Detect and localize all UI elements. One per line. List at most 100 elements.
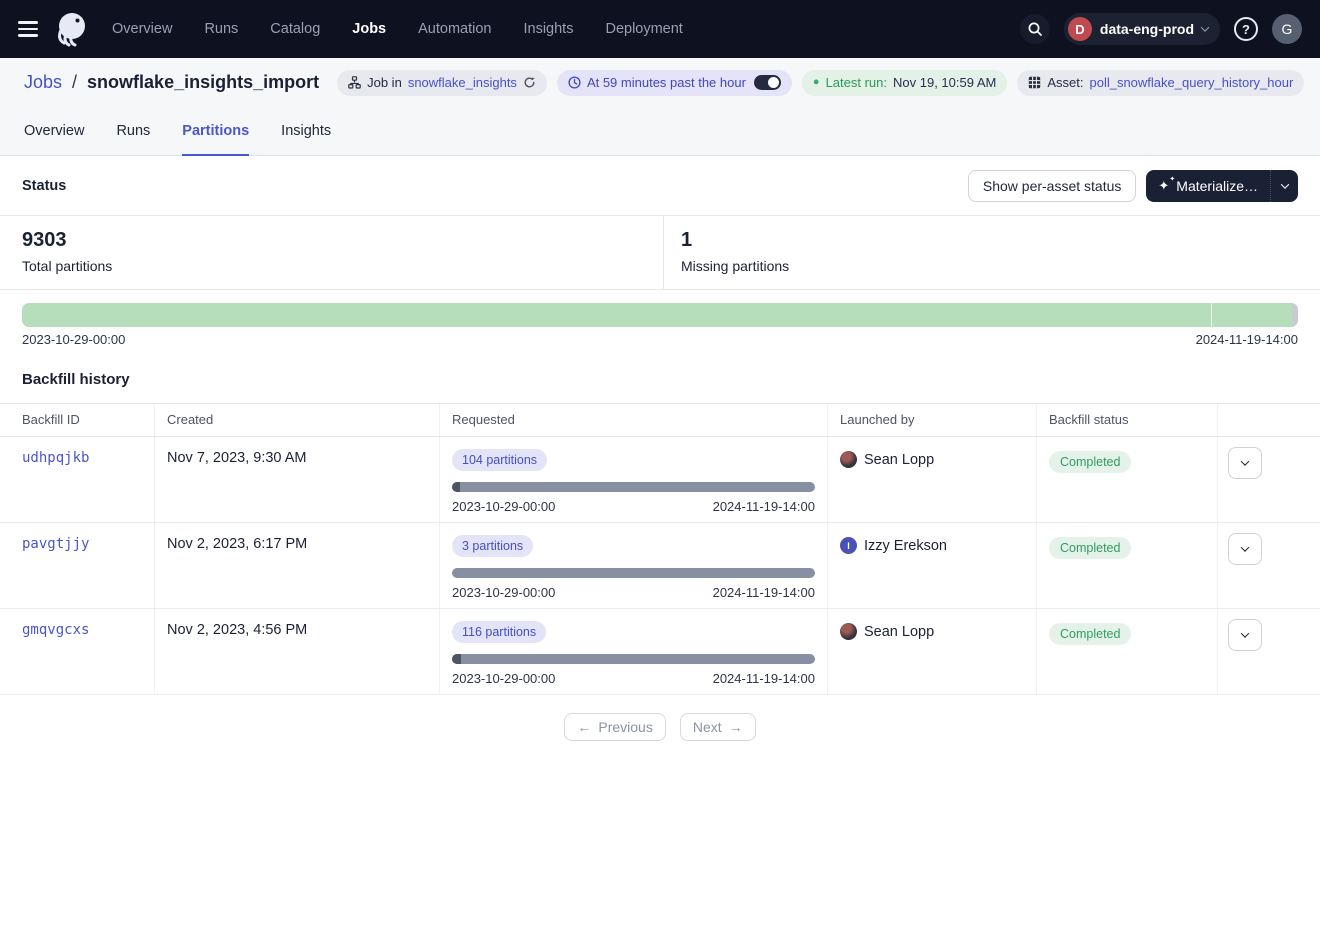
launched-by: Sean Lopp <box>840 623 1024 640</box>
dagster-logo-icon[interactable] <box>52 10 90 48</box>
table-row: pavgtjjy Nov 2, 2023, 6:17 PM 3 partitio… <box>0 523 1320 609</box>
requested-partitions-badge[interactable]: 3 partitions <box>452 535 533 557</box>
launched-by-name: Sean Lopp <box>864 452 934 468</box>
materialize-split-button: ✦✦ Materialize… <box>1146 170 1298 202</box>
nav-item-catalog[interactable]: Catalog <box>270 21 320 37</box>
chevron-down-icon <box>1201 23 1209 31</box>
materialize-label: Materialize… <box>1176 178 1258 194</box>
nav-right: D data-eng-prod ? G <box>1020 13 1302 45</box>
help-icon: ? <box>1242 22 1250 37</box>
materialize-button[interactable]: ✦✦ Materialize… <box>1146 170 1270 202</box>
created-value: Nov 2, 2023, 4:56 PM <box>167 622 307 638</box>
search-button[interactable] <box>1020 14 1050 44</box>
user-photo-avatar <box>840 623 857 640</box>
previous-page-button[interactable]: ← Previous <box>564 713 665 741</box>
requested-range-bar <box>452 654 815 664</box>
row-actions-button[interactable] <box>1228 619 1262 651</box>
materialize-dropdown-button[interactable] <box>1270 170 1298 202</box>
nav-item-automation[interactable]: Automation <box>418 21 491 37</box>
row-actions-button[interactable] <box>1228 533 1262 565</box>
breadcrumb-row: Jobs / snowflake_insights_import Job in … <box>0 58 1320 107</box>
latest-run-time[interactable]: Nov 19, 10:59 AM <box>893 75 996 90</box>
column-launched-by: Launched by <box>828 404 1037 436</box>
health-bar-labels: 2023-10-29-00:00 2024-11-19-14:00 <box>22 332 1298 347</box>
previous-label: Previous <box>598 719 652 735</box>
partition-health-bar[interactable] <box>22 303 1298 327</box>
asset-badge: Asset: poll_snowflake_query_history_hour <box>1017 70 1304 96</box>
arrow-right-icon: → <box>729 719 743 735</box>
launched-by-name: Sean Lopp <box>864 624 934 640</box>
nav-item-deployment[interactable]: Deployment <box>605 21 682 37</box>
nav-items: Overview Runs Catalog Jobs Automation In… <box>112 21 683 37</box>
hierarchy-icon <box>348 76 361 89</box>
column-backfill-id: Backfill ID <box>0 404 155 436</box>
nav-item-runs[interactable]: Runs <box>204 21 238 37</box>
requested-range-highlight <box>452 654 461 664</box>
status-badge: Completed <box>1049 537 1131 559</box>
help-button[interactable]: ? <box>1234 17 1258 41</box>
deployment-avatar: D <box>1068 17 1092 41</box>
nav-item-insights[interactable]: Insights <box>523 21 573 37</box>
job-location-badge: Job in snowflake_insights <box>337 70 547 96</box>
code-location-link[interactable]: snowflake_insights <box>408 75 517 90</box>
show-per-asset-status-button[interactable]: Show per-asset status <box>968 170 1137 202</box>
column-requested: Requested <box>440 404 828 436</box>
tab-partitions[interactable]: Partitions <box>182 109 249 156</box>
schedule-badge: At 59 minutes past the hour <box>557 70 792 96</box>
breadcrumb-jobs-link[interactable]: Jobs <box>24 72 62 93</box>
breadcrumb-separator: / <box>72 72 77 93</box>
column-backfill-status: Backfill status <box>1037 404 1218 436</box>
deployment-name: data-eng-prod <box>1100 21 1194 37</box>
user-photo-avatar <box>840 451 857 468</box>
backfill-history-title: Backfill history <box>0 347 1320 403</box>
tab-runs[interactable]: Runs <box>116 109 150 156</box>
table-row: udhpqjkb Nov 7, 2023, 9:30 AM 104 partit… <box>0 437 1320 523</box>
missing-partitions-label: Missing partitions <box>681 258 1298 274</box>
tab-overview[interactable]: Overview <box>24 109 84 156</box>
tab-insights[interactable]: Insights <box>281 109 331 156</box>
row-range-start: 2023-10-29-00:00 <box>452 585 555 600</box>
user-initial-avatar: I <box>840 537 857 554</box>
requested-partitions-badge[interactable]: 104 partitions <box>452 449 547 471</box>
nav-item-jobs[interactable]: Jobs <box>352 21 386 37</box>
backfill-history-table: Backfill ID Created Requested Launched b… <box>0 403 1320 695</box>
row-range-end: 2024-11-19-14:00 <box>713 585 815 600</box>
refresh-icon[interactable] <box>523 76 536 89</box>
latest-run-badge: ● Latest run: Nov 19, 10:59 AM <box>802 70 1007 96</box>
row-range-start: 2023-10-29-00:00 <box>452 671 555 686</box>
schedule-label: At 59 minutes past the hour <box>587 75 746 90</box>
status-title: Status <box>22 178 66 194</box>
total-partitions-value: 9303 <box>22 229 641 252</box>
chevron-down-icon <box>1241 457 1249 465</box>
requested-partitions-badge[interactable]: 116 partitions <box>452 621 546 643</box>
backfill-id-link[interactable]: pavgtjjy <box>22 536 89 552</box>
created-value: Nov 7, 2023, 9:30 AM <box>167 450 306 466</box>
grid-icon <box>1028 76 1041 89</box>
deployment-switcher[interactable]: D data-eng-prod <box>1064 13 1220 45</box>
next-page-button[interactable]: Next → <box>680 713 756 741</box>
nav-item-overview[interactable]: Overview <box>112 21 172 37</box>
green-dot-icon: ● <box>813 77 820 88</box>
total-partitions-stat: 9303 Total partitions <box>0 216 663 289</box>
status-actions: Show per-asset status ✦✦ Materialize… <box>968 170 1298 202</box>
backfill-id-link[interactable]: udhpqjkb <box>22 450 89 466</box>
table-row: gmqvgcxs Nov 2, 2023, 4:56 PM 116 partit… <box>0 609 1320 695</box>
row-range-end: 2024-11-19-14:00 <box>713 499 815 514</box>
backfill-id-link[interactable]: gmqvgcxs <box>22 622 89 638</box>
page: Overview Runs Catalog Jobs Automation In… <box>0 0 1320 939</box>
row-actions-button[interactable] <box>1228 447 1262 479</box>
row-range-start: 2023-10-29-00:00 <box>452 499 555 514</box>
job-in-label: Job in <box>367 75 402 90</box>
table-header-row: Backfill ID Created Requested Launched b… <box>0 404 1320 437</box>
requested-range-highlight <box>452 482 460 492</box>
search-icon <box>1027 21 1043 37</box>
menu-icon[interactable] <box>18 21 38 37</box>
health-bar-divider <box>1211 303 1212 327</box>
schedule-toggle[interactable] <box>754 75 781 90</box>
launched-by: I Izzy Erekson <box>840 537 1024 554</box>
user-avatar[interactable]: G <box>1272 14 1302 44</box>
missing-partitions-value: 1 <box>681 229 1298 252</box>
status-badge: Completed <box>1049 623 1131 645</box>
asset-link[interactable]: poll_snowflake_query_history_hour <box>1089 75 1293 90</box>
latest-run-label: Latest run: <box>826 75 887 90</box>
